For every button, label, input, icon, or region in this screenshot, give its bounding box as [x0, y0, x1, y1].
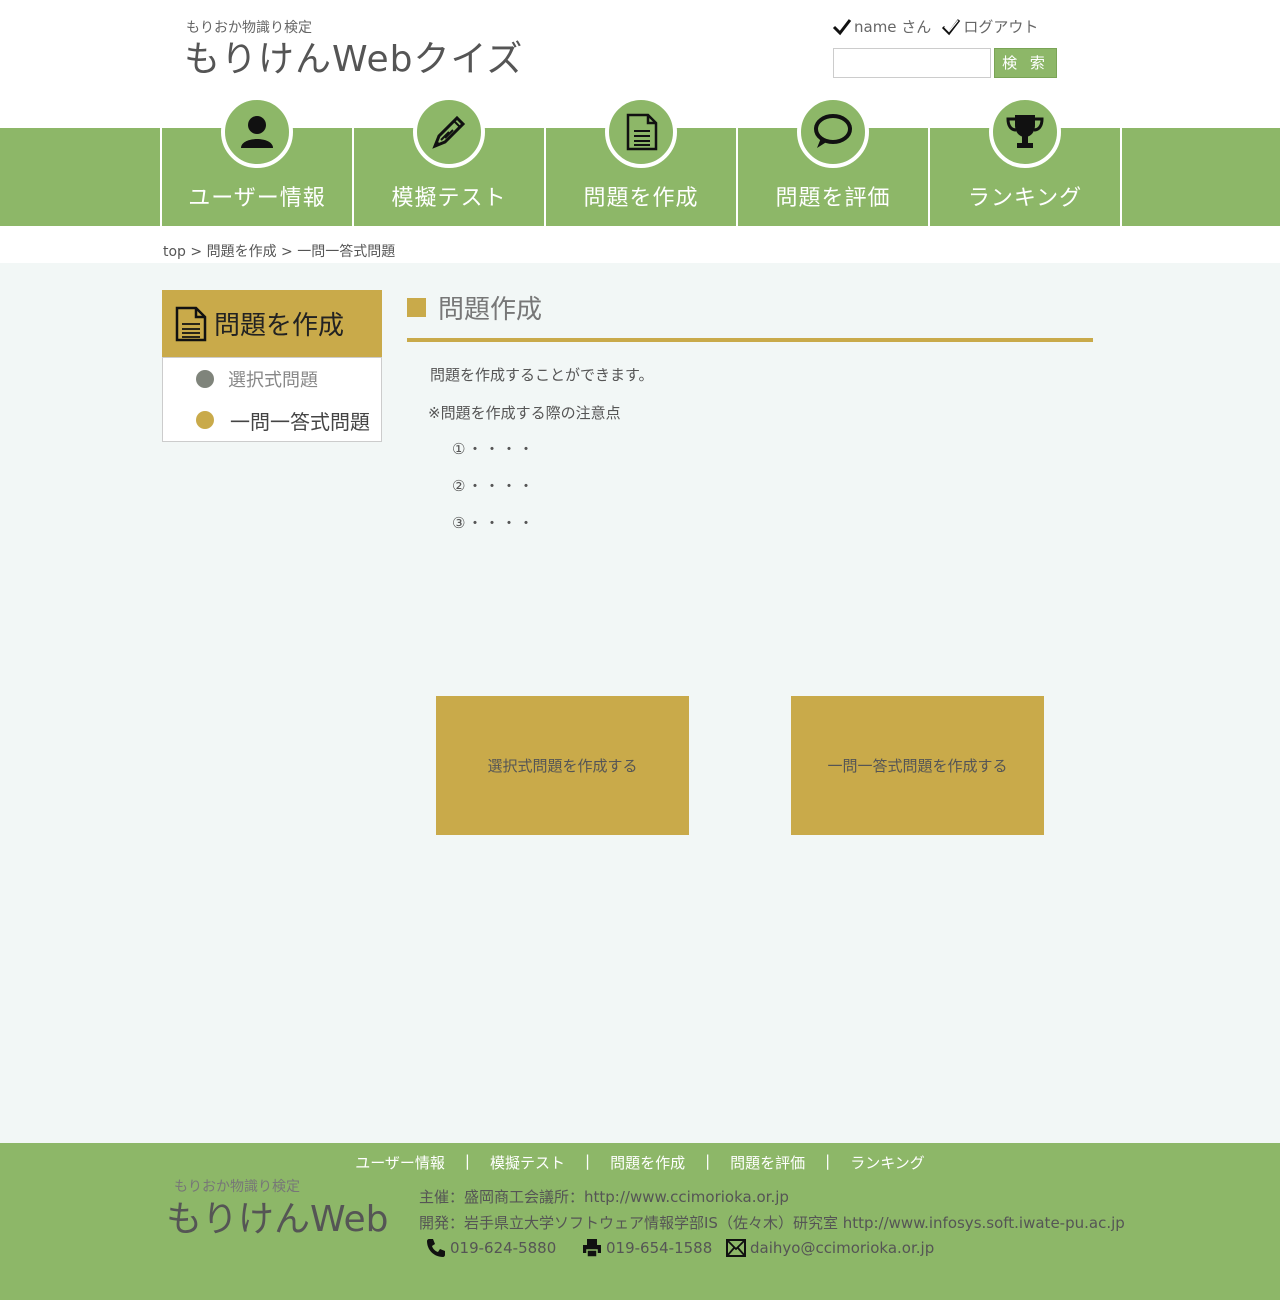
- footer-developer: 開発：岩手県立大学ソフトウェア情報学部IS（佐々木）研究室 http://www…: [419, 1214, 1125, 1232]
- footer-logo-title: もりけんWeb: [166, 1199, 389, 1240]
- bullet-dot-icon: [196, 411, 214, 429]
- footer-organizer: 主催：盛岡商工会議所：http://www.ccimorioka.or.jp: [419, 1188, 789, 1206]
- page-title: 問題作成: [438, 295, 543, 325]
- note-item: ②・・・・: [452, 477, 536, 495]
- sidebar-item-multiple-choice[interactable]: 選択式問題: [162, 357, 382, 400]
- check-icon: [832, 18, 852, 35]
- nav-item-ranking[interactable]: ランキング: [928, 96, 1122, 226]
- email-address[interactable]: daihyo@ccimorioka.or.jp: [750, 1239, 934, 1257]
- site-title[interactable]: もりけんWebクイズ: [184, 30, 523, 82]
- search-button[interactable]: 検 索: [994, 48, 1057, 78]
- phone-number: 019-624-5880: [450, 1239, 557, 1257]
- breadcrumb[interactable]: top > 問題を作成 > 一問一答式問題: [163, 241, 395, 261]
- user-area: name さん ログアウト: [832, 16, 1038, 37]
- nav-label: 問題を評価: [775, 186, 891, 211]
- bullet-dot-icon: [196, 369, 214, 388]
- footer-nav: ユーザー情報 | 模擬テスト | 問題を作成 | 問題を評価 | ランキング: [0, 1152, 1280, 1173]
- phone-icon: [427, 1239, 445, 1257]
- sidebar-item-label: 一問一答式問題: [230, 409, 370, 434]
- pencil-icon: [413, 96, 485, 168]
- footer-link-user-info[interactable]: ユーザー情報: [355, 1152, 445, 1173]
- footer-link-ranking[interactable]: ランキング: [850, 1152, 925, 1173]
- sidebar-item-one-question-one-answer[interactable]: 一問一答式問題: [162, 399, 382, 442]
- user-name-label: name さん: [854, 18, 932, 36]
- create-multiple-choice-button[interactable]: 選択式問題を作成する: [436, 696, 689, 835]
- description: 問題を作成することができます。: [430, 366, 654, 384]
- footer-email: daihyo@ccimorioka.or.jp: [725, 1237, 934, 1259]
- nav-label: ランキング: [967, 186, 1083, 211]
- sidebar-header: 問題を作成: [162, 290, 382, 357]
- nav-item-user-info[interactable]: ユーザー情報: [160, 96, 352, 226]
- search-input[interactable]: [833, 48, 991, 78]
- footer-link-mock-test[interactable]: 模擬テスト: [490, 1152, 565, 1173]
- fax-number: 019-654-1588: [606, 1239, 713, 1257]
- sidebar-title: 問題を作成: [214, 311, 345, 341]
- note-item: ③・・・・: [452, 514, 536, 532]
- title-divider: [407, 338, 1093, 342]
- trophy-icon: [989, 96, 1061, 168]
- title-square-icon: [407, 298, 426, 317]
- footer-separator: |: [705, 1152, 711, 1170]
- document-icon: [175, 306, 207, 341]
- footer-separator: |: [585, 1152, 591, 1170]
- footer-separator: |: [825, 1152, 831, 1170]
- speech-bubble-icon: [797, 96, 869, 168]
- document-icon: [605, 96, 677, 168]
- notes-heading: ※問題を作成する際の注意点: [428, 404, 621, 422]
- footer-fax: 019-654-1588: [581, 1237, 712, 1259]
- footer-separator: |: [464, 1152, 470, 1170]
- logout-link[interactable]: ログアウト: [963, 16, 1038, 37]
- nav-item-mock-test[interactable]: 模擬テスト: [352, 96, 544, 226]
- footer-link-create-question[interactable]: 問題を作成: [610, 1152, 685, 1173]
- footer-link-evaluate-question[interactable]: 問題を評価: [730, 1152, 805, 1173]
- note-item: ①・・・・: [452, 440, 536, 458]
- create-one-answer-button[interactable]: 一問一答式問題を作成する: [791, 696, 1044, 835]
- nav-label: 模擬テスト: [391, 186, 507, 211]
- user-icon: [221, 96, 293, 168]
- printer-icon: [583, 1239, 601, 1258]
- logout-check-icon: [942, 18, 961, 35]
- nav-label: ユーザー情報: [188, 186, 326, 211]
- footer-phone: 019-624-5880: [425, 1237, 556, 1259]
- mail-icon: [726, 1239, 746, 1257]
- nav-label: 問題を作成: [583, 186, 699, 211]
- nav-item-create-question[interactable]: 問題を作成: [544, 96, 736, 226]
- nav-item-evaluate-question[interactable]: 問題を評価: [736, 96, 928, 226]
- sidebar-item-label: 選択式問題: [228, 369, 318, 391]
